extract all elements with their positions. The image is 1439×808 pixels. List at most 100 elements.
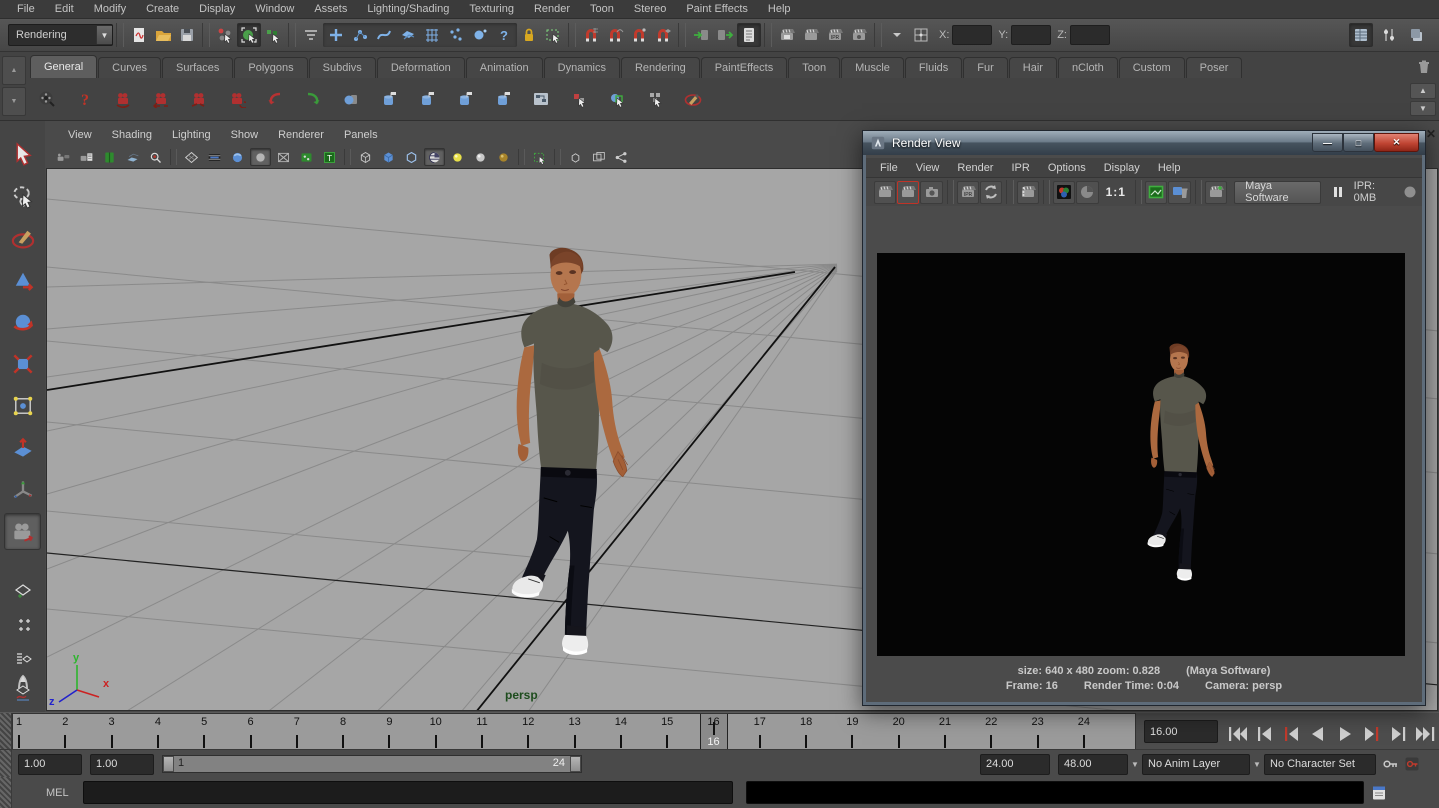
tool-paint-select-icon[interactable] <box>4 219 41 256</box>
x-coordinate-field[interactable] <box>952 25 992 45</box>
shelf-tab-animation[interactable]: Animation <box>466 57 543 78</box>
rv-ipr-icon[interactable]: IPR <box>957 181 979 204</box>
vp-text-icon[interactable]: T <box>319 148 340 166</box>
shelf-switch-up[interactable]: ▲ <box>2 56 26 85</box>
minimize-button[interactable]: — <box>1312 133 1343 152</box>
channel-box-toggle-icon[interactable] <box>1349 23 1373 47</box>
play-forward-button[interactable] <box>1332 721 1358 747</box>
hypergraph-icon[interactable] <box>524 82 558 116</box>
highlight-selection-icon[interactable] <box>541 23 565 47</box>
menu-set-selector[interactable]: Rendering ▼ <box>8 24 113 46</box>
save-scene-icon[interactable] <box>175 23 199 47</box>
bulb-dark-icon[interactable] <box>493 148 514 166</box>
render-view-menu-display[interactable]: Display <box>1096 160 1148 176</box>
shelf-tab-toon[interactable]: Toon <box>788 57 840 78</box>
shelf-tab-ncloth[interactable]: nCloth <box>1058 57 1118 78</box>
rv-render-icon[interactable] <box>874 181 896 204</box>
instance-object-icon[interactable] <box>600 82 634 116</box>
character-set-field[interactable] <box>1264 754 1376 775</box>
y-coordinate-field[interactable] <box>1011 25 1051 45</box>
playback-start-field[interactable] <box>90 754 154 775</box>
vp-share-icon[interactable] <box>611 148 632 166</box>
layout-single-icon[interactable] <box>4 575 41 606</box>
menu-render[interactable]: Render <box>525 1 579 17</box>
vp-checker-icon[interactable] <box>424 148 445 166</box>
bulb-yellow-icon[interactable] <box>447 148 468 166</box>
help-question-icon[interactable]: ? <box>68 82 102 116</box>
bucket-tag-4-icon[interactable] <box>486 82 520 116</box>
camera-pan-icon[interactable] <box>144 82 178 116</box>
render-view-window[interactable]: Render View — □ ✕ FileViewRenderIPROptio… <box>862 130 1426 706</box>
animation-end-field[interactable] <box>1058 754 1128 775</box>
render-current-frame-icon[interactable] <box>799 23 823 47</box>
new-scene-icon[interactable] <box>127 23 151 47</box>
shelf-tab-dynamics[interactable]: Dynamics <box>544 57 620 78</box>
panel-menu-show[interactable]: Show <box>222 127 268 143</box>
xyz-grid-icon[interactable] <box>909 23 933 47</box>
shelf-scroll-down[interactable]: ▼ <box>1410 101 1436 117</box>
bucket-tag-3-icon[interactable] <box>448 82 482 116</box>
layout-four-icon[interactable] <box>4 609 41 640</box>
rv-rgb-icon[interactable] <box>1053 181 1075 204</box>
select-object-icon[interactable] <box>237 23 261 47</box>
shelf-tab-rendering[interactable]: Rendering <box>621 57 700 78</box>
render-view-menu-file[interactable]: File <box>872 160 906 176</box>
panel-menu-lighting[interactable]: Lighting <box>163 127 220 143</box>
select-hierarchy-icon[interactable] <box>213 23 237 47</box>
tool-camera-icon[interactable] <box>4 513 41 550</box>
close-button[interactable]: ✕ <box>1374 133 1419 152</box>
vp-cube-outline-icon[interactable] <box>401 148 422 166</box>
menu-assets[interactable]: Assets <box>305 1 356 17</box>
render-view-menu-options[interactable]: Options <box>1040 160 1094 176</box>
shelf-tab-general[interactable]: General <box>30 55 97 78</box>
shelf-tab-muscle[interactable]: Muscle <box>841 57 904 78</box>
render-view-menu-view[interactable]: View <box>908 160 948 176</box>
snap-grid-icon[interactable] <box>579 23 603 47</box>
shelf-tab-fluids[interactable]: Fluids <box>905 57 962 78</box>
vp-cube-small-icon[interactable] <box>565 148 586 166</box>
ipr-render-icon[interactable]: IPR <box>823 23 847 47</box>
panel-menu-panels[interactable]: Panels <box>335 127 387 143</box>
vp-xray-icon[interactable] <box>273 148 294 166</box>
vp-cameras-icon[interactable] <box>53 148 74 166</box>
shelf-tab-custom[interactable]: Custom <box>1119 57 1185 78</box>
vp-isolate-icon[interactable] <box>529 148 550 166</box>
select-component-icon[interactable] <box>261 23 285 47</box>
tool-move-icon[interactable] <box>4 261 41 298</box>
anim-layer-field[interactable] <box>1142 754 1250 775</box>
panel-menu-shading[interactable]: Shading <box>103 127 161 143</box>
vp-textured-icon[interactable] <box>296 148 317 166</box>
rv-alpha-icon[interactable] <box>1076 181 1098 204</box>
output-connections-icon[interactable] <box>713 23 737 47</box>
shelf-scroll-up[interactable]: ▲ <box>1410 83 1436 99</box>
tool-scale-icon[interactable] <box>4 345 41 382</box>
auto-keyframe-icon[interactable] <box>1403 755 1421 773</box>
vp-image-plane-icon[interactable] <box>122 148 143 166</box>
menu-help[interactable]: Help <box>759 1 800 17</box>
set-key-icon[interactable] <box>1381 755 1399 773</box>
combine-objects-icon[interactable] <box>638 82 672 116</box>
trash-icon[interactable] <box>1413 57 1435 77</box>
animation-start-field[interactable] <box>18 754 82 775</box>
menu-lighting-shading[interactable]: Lighting/Shading <box>358 1 458 17</box>
menu-modify[interactable]: Modify <box>85 1 135 17</box>
time-slider-grip[interactable] <box>0 713 12 750</box>
bucket-tag-1-icon[interactable] <box>372 82 406 116</box>
rv-status-dot-icon[interactable] <box>1399 181 1421 204</box>
rv-remove-image-icon[interactable] <box>1168 181 1190 204</box>
play-backwards-button[interactable] <box>1305 721 1331 747</box>
command-language-toggle[interactable]: MEL <box>46 787 69 799</box>
shelf-tab-deformation[interactable]: Deformation <box>377 57 465 78</box>
range-end-handle[interactable] <box>570 756 581 772</box>
group-objects-icon[interactable] <box>562 82 596 116</box>
shelf-tab-subdivs[interactable]: Subdivs <box>309 57 376 78</box>
rendered-image[interactable] <box>877 253 1405 656</box>
lock-selection-icon[interactable] <box>517 23 541 47</box>
go-to-start-button[interactable] <box>1224 721 1250 747</box>
open-folder-icon[interactable] <box>151 23 175 47</box>
vp-zoom-select-icon[interactable] <box>145 148 166 166</box>
tri-down-icon[interactable] <box>885 23 909 47</box>
menu-toon[interactable]: Toon <box>581 1 623 17</box>
mask-curves-icon[interactable] <box>372 23 396 47</box>
input-connections-icon[interactable] <box>689 23 713 47</box>
